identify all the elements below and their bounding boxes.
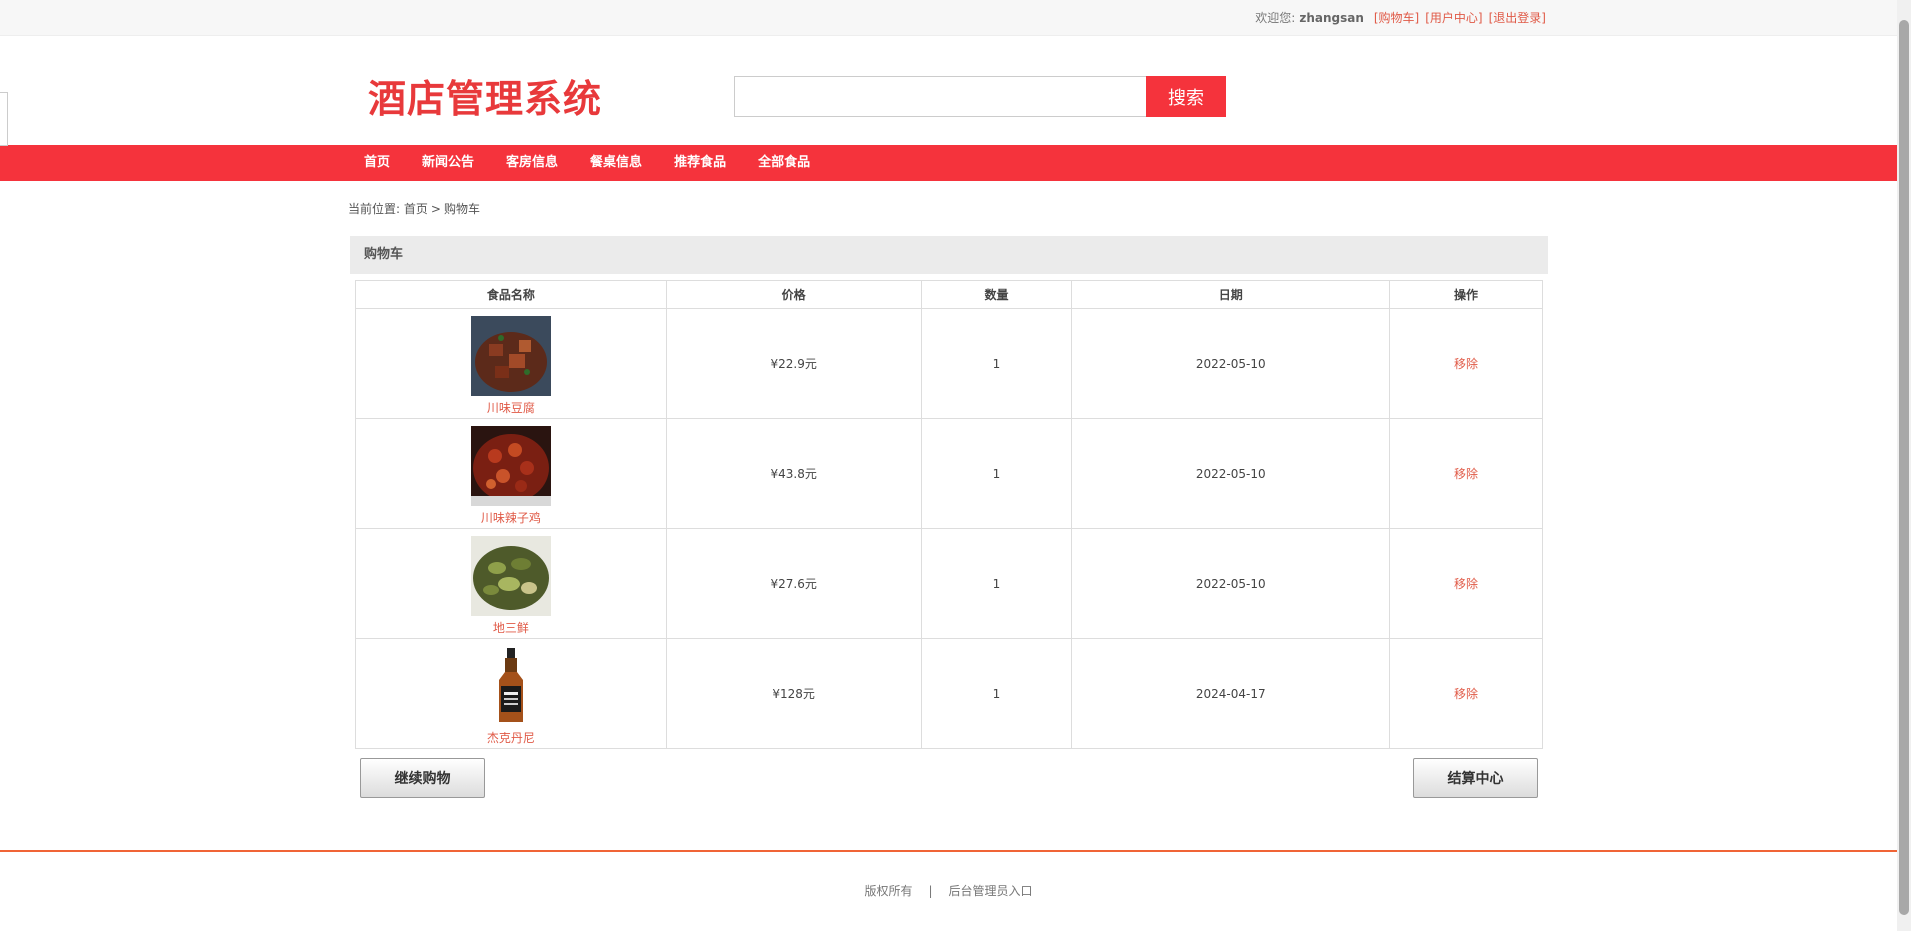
continue-shopping-button[interactable]: 继续购物 — [360, 758, 485, 798]
quantity-cell: 1 — [920, 418, 1073, 529]
admin-entry-link[interactable]: 后台管理员入口 — [949, 884, 1033, 898]
header: 酒店管理系统 搜索 — [0, 36, 1911, 145]
date-cell: 2024-04-17 — [1071, 638, 1391, 749]
remove-button[interactable]: 移除 — [1454, 687, 1478, 701]
date-cell: 2022-05-10 — [1071, 528, 1391, 639]
col-date: 日期 — [1071, 280, 1391, 309]
username: zhangsan — [1299, 11, 1364, 25]
price-cell: ¥27.6元 — [665, 528, 922, 639]
breadcrumb-prefix: 当前位置: — [348, 202, 401, 216]
food-cell: 川味豆腐 — [355, 308, 667, 419]
welcome-text: 欢迎您: — [1255, 11, 1296, 25]
breadcrumb-separator: > — [430, 202, 441, 216]
remove-button[interactable]: 移除 — [1454, 467, 1478, 481]
cart-link[interactable]: [购物车] — [1374, 11, 1419, 25]
footer: 版权所有 | 后台管理员入口 — [0, 882, 1897, 899]
vertical-scrollbar[interactable] — [1897, 0, 1911, 931]
table-row: 地三鲜 ¥27.6元 1 2022-05-10 移除 — [355, 528, 1543, 639]
food-name[interactable]: 川味辣子鸡 — [481, 509, 541, 526]
price-cell: ¥43.8元 — [665, 418, 922, 529]
action-cell: 移除 — [1389, 638, 1543, 749]
top-bar: 欢迎您: zhangsan [购物车] [用户中心] [退出登录] — [0, 0, 1911, 36]
search-button[interactable]: 搜索 — [1146, 76, 1226, 117]
nav-home[interactable]: 首页 — [348, 145, 406, 181]
nav-tables[interactable]: 餐桌信息 — [574, 145, 658, 181]
col-price: 价格 — [665, 280, 922, 309]
food-cell: 川味辣子鸡 — [355, 418, 667, 529]
footer-separator: | — [928, 884, 933, 898]
site-logo[interactable]: 酒店管理系统 — [368, 68, 602, 123]
nav-news[interactable]: 新闻公告 — [406, 145, 490, 181]
quantity-cell: 1 — [920, 638, 1073, 749]
user-welcome: 欢迎您: zhangsan [购物车] [用户中心] [退出登录] — [1255, 9, 1546, 26]
logout-link[interactable]: [退出登录] — [1489, 11, 1546, 25]
food-name[interactable]: 川味豆腐 — [487, 399, 535, 416]
quantity-cell: 1 — [920, 308, 1073, 419]
breadcrumb-current: 购物车 — [443, 202, 480, 216]
food-cell: 杰克丹尼 — [355, 638, 667, 749]
food-cell: 地三鲜 — [355, 528, 667, 639]
search-input[interactable] — [734, 76, 1146, 117]
table-header-row: 食品名称 价格 数量 日期 操作 — [355, 280, 1543, 309]
nav-rooms[interactable]: 客房信息 — [490, 145, 574, 181]
main-nav: 首页 新闻公告 客房信息 餐桌信息 推荐食品 全部食品 — [0, 145, 1911, 181]
checkout-button[interactable]: 结算中心 — [1413, 758, 1538, 798]
food-image[interactable] — [470, 536, 551, 616]
cart-title: 购物车 — [350, 236, 1548, 274]
scrollbar-thumb[interactable] — [1899, 20, 1909, 915]
nav-all-food[interactable]: 全部食品 — [742, 145, 826, 181]
breadcrumb-home[interactable]: 首页 — [404, 202, 428, 216]
footer-divider — [0, 850, 1897, 852]
cart-table: 食品名称 价格 数量 日期 操作 川味豆腐 ¥22.9元 1 2022-05-1… — [355, 280, 1543, 749]
date-cell: 2022-05-10 — [1071, 418, 1391, 529]
food-image[interactable] — [470, 426, 551, 506]
nav-recommended-food[interactable]: 推荐食品 — [658, 145, 742, 181]
price-cell: ¥22.9元 — [665, 308, 922, 419]
breadcrumb: 当前位置: 首页 > 购物车 — [348, 200, 480, 217]
col-quantity: 数量 — [920, 280, 1073, 309]
remove-button[interactable]: 移除 — [1454, 357, 1478, 371]
food-image[interactable] — [470, 646, 551, 726]
action-cell: 移除 — [1389, 528, 1543, 639]
price-cell: ¥128元 — [665, 638, 922, 749]
table-row: 杰克丹尼 ¥128元 1 2024-04-17 移除 — [355, 638, 1543, 749]
table-row: 川味辣子鸡 ¥43.8元 1 2022-05-10 移除 — [355, 418, 1543, 529]
action-cell: 移除 — [1389, 308, 1543, 419]
cart-panel: 购物车 — [350, 236, 1548, 274]
user-center-link[interactable]: [用户中心] — [1425, 11, 1482, 25]
date-cell: 2022-05-10 — [1071, 308, 1391, 419]
food-name[interactable]: 杰克丹尼 — [487, 729, 535, 746]
food-name[interactable]: 地三鲜 — [493, 619, 529, 636]
action-cell: 移除 — [1389, 418, 1543, 529]
quantity-cell: 1 — [920, 528, 1073, 639]
copyright-text: 版权所有 — [864, 884, 913, 898]
search-bar: 搜索 — [734, 76, 1226, 117]
col-action: 操作 — [1389, 280, 1543, 309]
col-food-name: 食品名称 — [355, 280, 667, 309]
table-row: 川味豆腐 ¥22.9元 1 2022-05-10 移除 — [355, 308, 1543, 419]
remove-button[interactable]: 移除 — [1454, 577, 1478, 591]
food-image[interactable] — [470, 316, 551, 396]
